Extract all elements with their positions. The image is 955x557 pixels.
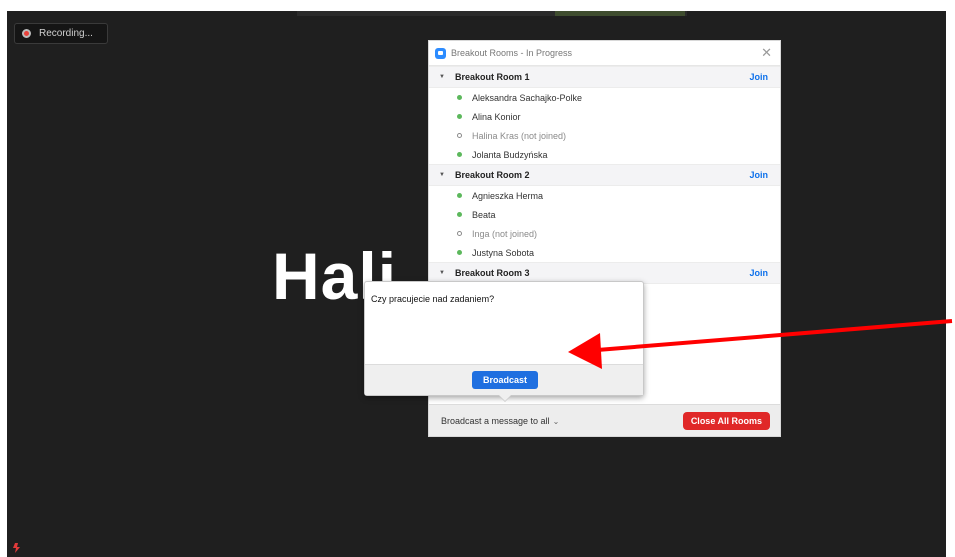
broadcast-all-dropdown[interactable]: Broadcast a message to all ⌄ <box>441 416 559 426</box>
member-name: Beata <box>472 209 496 220</box>
broadcast-message-input[interactable]: Czy pracujecie nad zadaniem? <box>371 294 494 304</box>
online-dot-icon <box>457 95 462 100</box>
close-all-rooms-button[interactable]: Close All Rooms <box>682 412 770 430</box>
join-button[interactable]: Join <box>749 170 768 180</box>
panel-title: Breakout Rooms - In Progress <box>451 48 573 58</box>
join-button[interactable]: Join <box>749 72 768 82</box>
zoom-logo-icon <box>435 47 446 59</box>
panel-titlebar: Breakout Rooms - In Progress ✕ <box>429 41 780 66</box>
member-item: Justyna Sobota <box>429 243 780 262</box>
online-dot-icon <box>457 114 462 119</box>
member-name: Halina Kras (not joined) <box>472 130 567 141</box>
join-button[interactable]: Join <box>749 268 768 278</box>
member-item: Beata <box>429 205 780 224</box>
member-name: Inga (not joined) <box>472 228 538 239</box>
member-item: Aleksandra Sachajko-Polke <box>429 88 780 107</box>
online-dot-icon <box>457 193 462 198</box>
popup-notch-fill <box>499 395 511 401</box>
recording-label: Recording... <box>39 28 93 39</box>
room-header[interactable]: ▼ Breakout Room 2 Join <box>429 164 780 186</box>
online-dot-icon <box>457 250 462 255</box>
participant-status-icon <box>13 543 20 553</box>
room-name: Breakout Room 2 <box>455 170 530 180</box>
member-item: Halina Kras (not joined) <box>429 126 780 145</box>
not-joined-circle-icon <box>457 231 462 236</box>
recording-indicator[interactable]: Recording... <box>14 23 108 44</box>
room-name: Breakout Room 3 <box>455 268 530 278</box>
member-name: Jolanta Budzyńska <box>472 149 548 160</box>
close-icon[interactable]: ✕ <box>761 46 772 59</box>
member-name: Alina Konior <box>472 111 521 122</box>
member-name: Justyna Sobota <box>472 247 535 258</box>
member-item: Jolanta Budzyńska <box>429 145 780 164</box>
online-dot-icon <box>457 212 462 217</box>
collapse-triangle-icon[interactable]: ▼ <box>429 172 445 178</box>
top-strip <box>297 11 687 16</box>
popup-action-bar: Broadcast <box>365 364 643 395</box>
online-dot-icon <box>457 152 462 157</box>
panel-footer: Broadcast a message to all ⌄ Close All Ro… <box>429 404 780 436</box>
member-item: Alina Konior <box>429 107 780 126</box>
broadcast-button[interactable]: Broadcast <box>472 371 538 389</box>
broadcast-all-label: Broadcast a message to all <box>441 415 550 426</box>
member-item: Agnieszka Herma <box>429 186 780 205</box>
collapse-triangle-icon[interactable]: ▼ <box>429 74 445 80</box>
room-name: Breakout Room 1 <box>455 72 530 82</box>
record-icon <box>22 29 31 38</box>
broadcast-popup: Czy pracujecie nad zadaniem? Broadcast <box>364 281 644 402</box>
member-name: Agnieszka Herma <box>472 190 544 201</box>
chevron-down-icon: ⌄ <box>552 416 560 426</box>
member-name: Aleksandra Sachajko-Polke <box>472 92 583 103</box>
room-header[interactable]: ▼ Breakout Room 1 Join <box>429 66 780 88</box>
not-joined-circle-icon <box>457 133 462 138</box>
member-item: Inga (not joined) <box>429 224 780 243</box>
collapse-triangle-icon[interactable]: ▼ <box>429 270 445 276</box>
